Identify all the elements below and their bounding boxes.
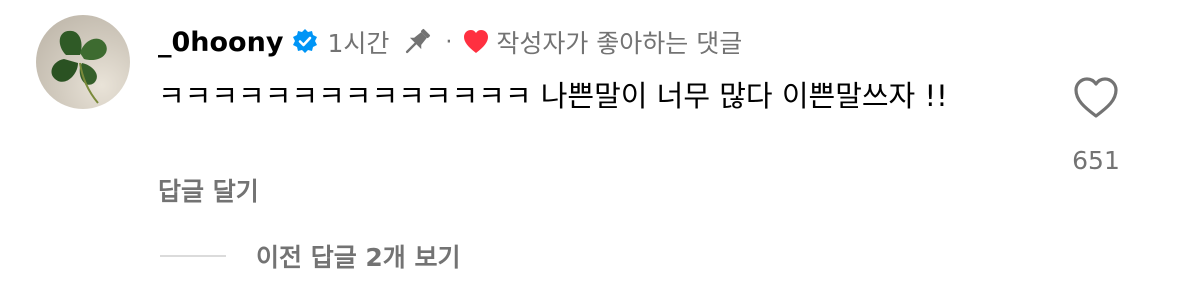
verified-badge-icon — [291, 28, 319, 56]
heart-outline-icon[interactable] — [1072, 76, 1120, 120]
separator-dot: · — [445, 29, 453, 55]
comment-time: 1시간 — [327, 29, 390, 58]
red-heart-icon — [462, 28, 490, 56]
creator-liked-label: 작성자가 좋아하는 댓글 — [496, 29, 743, 58]
like-count: 651 — [1072, 146, 1120, 175]
comment-header: _0hoony 1시간 · 작성자가 좋아하는 댓글 — [158, 22, 742, 62]
username[interactable]: _0hoony — [158, 27, 283, 58]
view-replies-label: 이전 답글 2개 보기 — [256, 243, 461, 272]
comment-text: ㅋㅋㅋㅋㅋㅋㅋㅋㅋㅋㅋㅋㅋㅋ 나쁜말이 너무 많다 이쁜말쓰자 !! — [158, 79, 948, 113]
clover-avatar-image — [51, 30, 107, 104]
reply-button[interactable]: 답글 달기 — [158, 172, 259, 208]
replies-divider-line — [160, 255, 226, 257]
view-replies-button[interactable]: 이전 답글 2개 보기 — [160, 236, 461, 276]
avatar[interactable] — [36, 15, 130, 109]
pin-icon — [399, 24, 435, 60]
